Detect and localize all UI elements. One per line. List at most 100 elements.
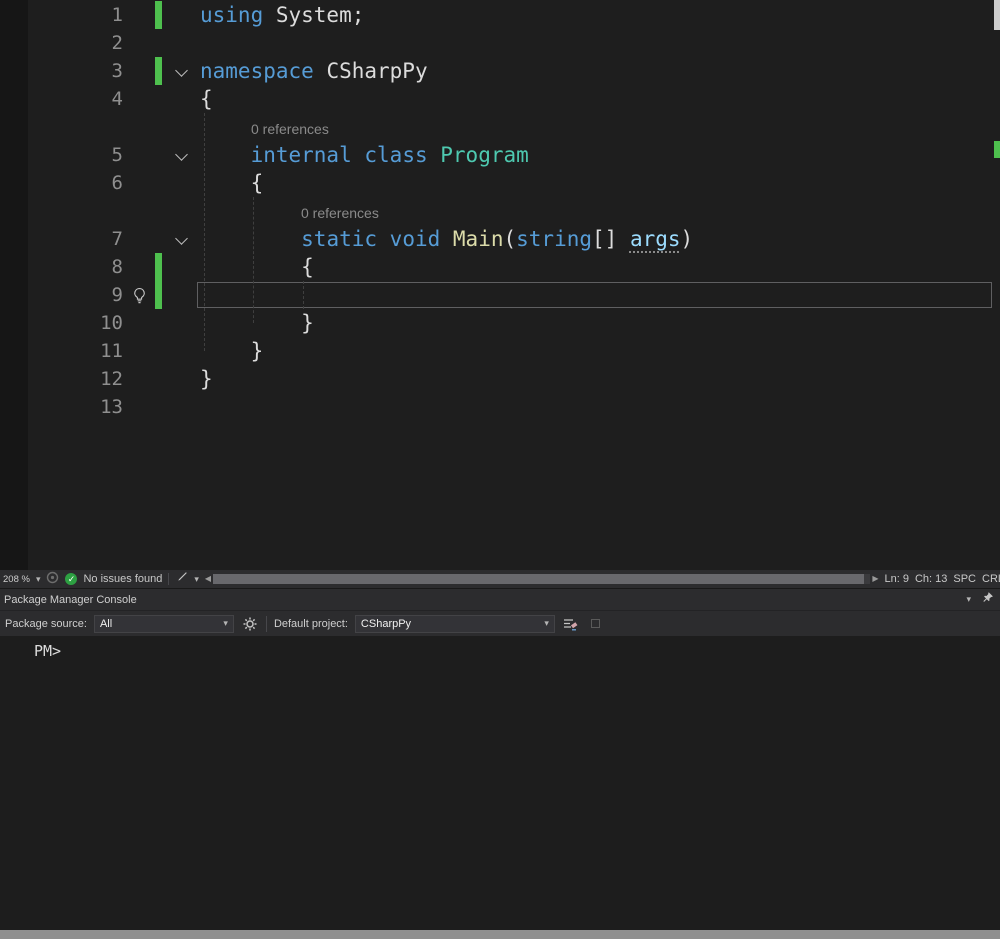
line-number: 4 bbox=[0, 85, 123, 113]
code-text[interactable] bbox=[200, 281, 1000, 309]
code-text[interactable]: { bbox=[200, 85, 1000, 113]
fold-chevron-icon[interactable] bbox=[175, 148, 188, 161]
line-number: 10 bbox=[0, 309, 123, 337]
line-number: 9 bbox=[0, 281, 123, 309]
package-source-value: All bbox=[100, 618, 112, 630]
code-cleanup-icon[interactable] bbox=[175, 571, 188, 587]
fold-margin bbox=[162, 169, 200, 197]
fold-chevron-icon[interactable] bbox=[175, 64, 188, 77]
scrollbar-track[interactable] bbox=[213, 574, 870, 584]
package-source-settings-button[interactable] bbox=[241, 615, 259, 633]
package-manager-console-header[interactable]: Package Manager Console ▾ bbox=[0, 588, 1000, 610]
glyph-margin bbox=[123, 85, 155, 113]
line-number: 3 bbox=[0, 57, 123, 85]
bottom-scrollbar-strip[interactable] bbox=[0, 930, 1000, 939]
line-number: 11 bbox=[0, 337, 123, 365]
code-text[interactable]: static void Main(string[] args) bbox=[200, 225, 1000, 253]
code-text[interactable]: { bbox=[200, 169, 1000, 197]
glyph-margin bbox=[123, 393, 155, 421]
code-cleanup-dropdown-icon[interactable]: ▾ bbox=[194, 574, 199, 585]
line-number: 7 bbox=[0, 225, 123, 253]
change-tracking-bar bbox=[155, 85, 162, 113]
zoom-level[interactable]: 208 % bbox=[3, 574, 30, 585]
code-row: 8 { bbox=[0, 253, 1000, 281]
horizontal-scrollbar[interactable]: ◀ ▶ bbox=[205, 570, 879, 588]
change-tracking-bar bbox=[155, 141, 162, 169]
chevron-down-icon: ▾ bbox=[544, 618, 549, 629]
default-project-value: CSharpPy bbox=[361, 618, 411, 630]
console-output[interactable]: PM> bbox=[0, 636, 1000, 930]
code-row: 13 bbox=[0, 393, 1000, 421]
stop-button bbox=[587, 615, 605, 633]
package-source-label: Package source: bbox=[5, 618, 87, 630]
code-rows: 1using System;23namespace CSharpPy4{0 re… bbox=[0, 1, 1000, 421]
whitespace-indicator[interactable]: SPC bbox=[953, 573, 976, 585]
glyph-margin bbox=[123, 225, 155, 253]
scrollbar-thumb[interactable] bbox=[213, 574, 864, 584]
code-row: 12} bbox=[0, 365, 1000, 393]
fold-margin bbox=[162, 393, 200, 421]
editor-vertical-scrollbar[interactable] bbox=[994, 0, 1000, 570]
code-text[interactable]: internal class Program bbox=[200, 141, 1000, 169]
pin-icon[interactable] bbox=[981, 591, 994, 609]
fold-margin bbox=[162, 309, 200, 337]
code-text[interactable]: { bbox=[200, 253, 1000, 281]
scrollbar-thumb[interactable] bbox=[994, 0, 1000, 30]
glyph-margin bbox=[123, 337, 155, 365]
scrollbar-change-mark bbox=[994, 141, 1000, 158]
scroll-left-icon[interactable]: ◀ bbox=[205, 570, 211, 588]
change-tracking-bar bbox=[155, 1, 162, 29]
glyph-margin bbox=[123, 113, 155, 141]
code-text[interactable]: } bbox=[200, 337, 1000, 365]
fold-margin bbox=[162, 141, 200, 169]
line-indicator[interactable]: Ln: 9 bbox=[884, 573, 908, 585]
code-text[interactable] bbox=[200, 393, 1000, 421]
fold-margin bbox=[162, 29, 200, 57]
code-row: 7 static void Main(string[] args) bbox=[0, 225, 1000, 253]
package-source-dropdown[interactable]: All ▾ bbox=[94, 615, 234, 633]
glyph-margin bbox=[123, 29, 155, 57]
eol-indicator[interactable]: CRLF bbox=[982, 573, 1000, 585]
fold-chevron-icon[interactable] bbox=[175, 232, 188, 245]
fold-margin bbox=[162, 1, 200, 29]
change-tracking-bar bbox=[155, 225, 162, 253]
code-text[interactable]: 0 references bbox=[200, 113, 1000, 141]
scroll-right-icon[interactable]: ▶ bbox=[872, 570, 878, 588]
zoom-dropdown-icon[interactable]: ▾ bbox=[36, 574, 41, 585]
change-tracking-bar bbox=[155, 253, 162, 281]
fold-margin bbox=[162, 57, 200, 85]
fold-margin bbox=[162, 365, 200, 393]
column-indicator[interactable]: Ch: 13 bbox=[915, 573, 947, 585]
clear-console-button[interactable] bbox=[562, 615, 580, 633]
line-number bbox=[0, 113, 123, 141]
issues-check-icon: ✓ bbox=[65, 573, 77, 585]
window-position-dropdown-icon[interactable]: ▾ bbox=[966, 594, 971, 605]
codelens-references[interactable]: 0 references bbox=[200, 115, 329, 143]
default-project-dropdown[interactable]: CSharpPy ▾ bbox=[355, 615, 555, 633]
issues-status-text[interactable]: No issues found bbox=[83, 573, 162, 585]
code-row: 5 internal class Program bbox=[0, 141, 1000, 169]
lightbulb-icon[interactable] bbox=[123, 281, 155, 309]
code-editor[interactable]: 1using System;23namespace CSharpPy4{0 re… bbox=[0, 0, 1000, 570]
code-text[interactable] bbox=[200, 29, 1000, 57]
line-number: 12 bbox=[0, 365, 123, 393]
code-row: 3 namespace CSharpPy bbox=[0, 57, 1000, 85]
code-text[interactable]: } bbox=[200, 365, 1000, 393]
indent-guide bbox=[253, 197, 254, 323]
document-health-icon[interactable] bbox=[46, 571, 59, 587]
glyph-margin bbox=[123, 141, 155, 169]
change-tracking-bar bbox=[155, 29, 162, 57]
code-text[interactable]: namespace CSharpPy bbox=[200, 57, 1000, 85]
line-number: 5 bbox=[0, 141, 123, 169]
line-number: 6 bbox=[0, 169, 123, 197]
line-number bbox=[0, 197, 123, 225]
toolbar-separator bbox=[266, 616, 267, 632]
codelens-row: 0 references bbox=[0, 113, 1000, 141]
code-text[interactable]: } bbox=[200, 309, 1000, 337]
code-text[interactable]: 0 references bbox=[200, 197, 1000, 225]
glyph-margin bbox=[123, 253, 155, 281]
codelens-references[interactable]: 0 references bbox=[200, 199, 379, 227]
code-row: 4{ bbox=[0, 85, 1000, 113]
change-tracking-bar bbox=[155, 197, 162, 225]
code-text[interactable]: using System; bbox=[200, 1, 1000, 29]
